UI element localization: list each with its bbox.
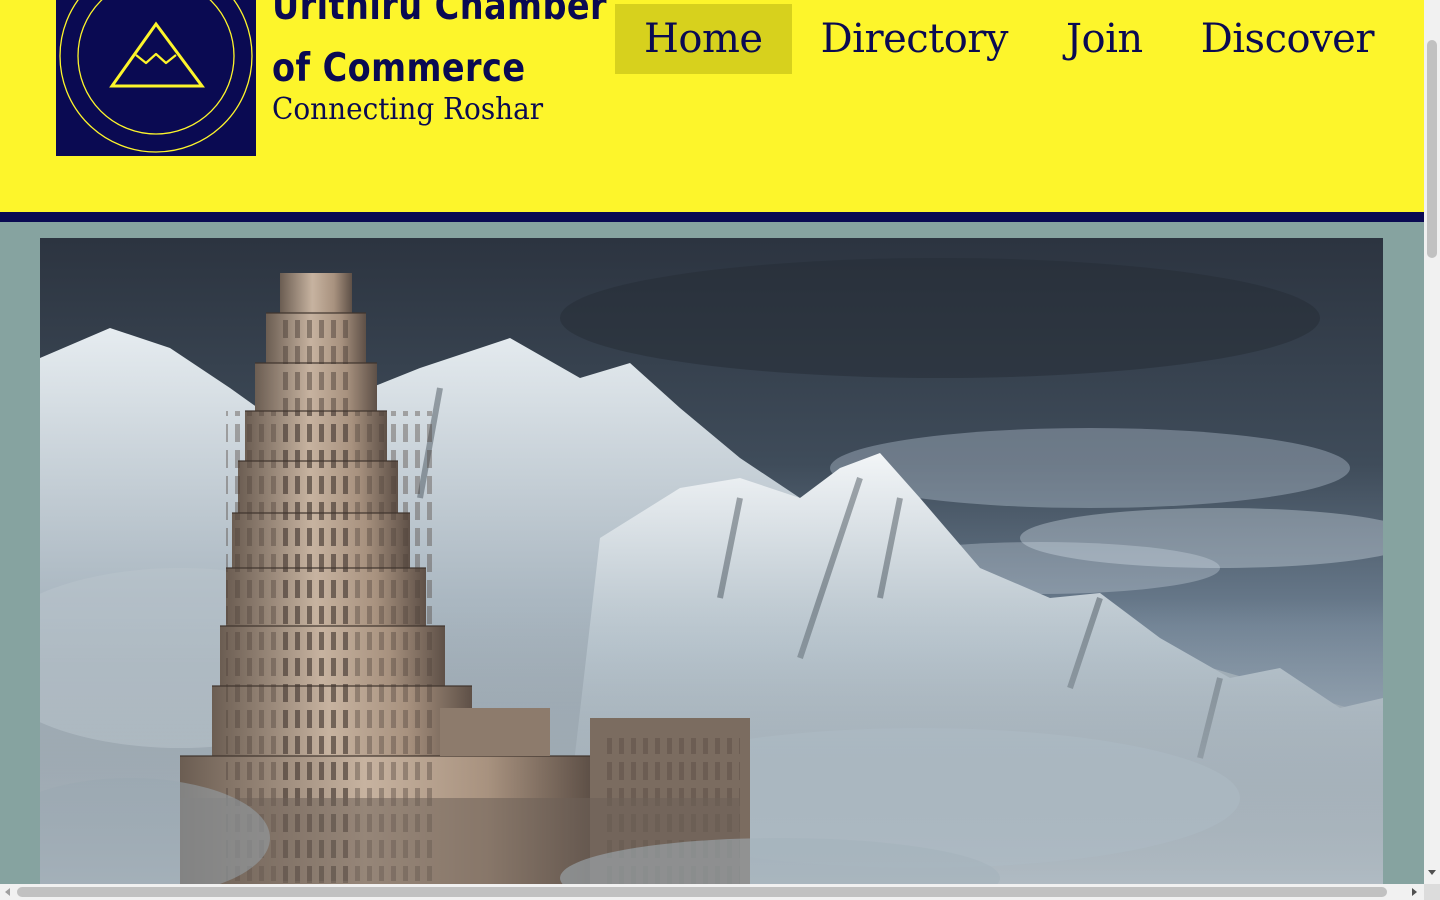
scroll-left-arrow-icon[interactable] [5, 888, 10, 896]
hero-illustration [40, 238, 1383, 884]
horizontal-scrollbar[interactable] [0, 884, 1424, 900]
vertical-scrollbar[interactable] [1424, 0, 1440, 884]
scrollbar-corner [1424, 884, 1440, 900]
nav-home-link[interactable]: Home [615, 4, 792, 74]
scroll-down-arrow-icon[interactable] [1428, 870, 1436, 875]
main-nav: Home Directory Join Discover [615, 4, 1403, 74]
vertical-scrollbar-thumb[interactable] [1427, 40, 1437, 258]
site-tagline: Connecting Roshar [272, 92, 544, 127]
nav-discover-link[interactable]: Discover [1172, 4, 1403, 74]
horizontal-scrollbar-thumb[interactable] [17, 887, 1387, 897]
nav-directory-link[interactable]: Directory [792, 4, 1037, 74]
nav-join-link[interactable]: Join [1037, 4, 1172, 74]
mountain-icon [59, 0, 253, 153]
hero-image [40, 238, 1383, 884]
site-title-line2: of Commerce [272, 46, 526, 91]
header-divider [0, 212, 1424, 222]
site-header: Urithiru Chamber of Commerce Connecting … [0, 0, 1424, 212]
site-title: Urithiru Chamber of Commerce [272, 0, 607, 100]
scroll-right-arrow-icon[interactable] [1412, 888, 1417, 896]
page-viewport: Urithiru Chamber of Commerce Connecting … [0, 0, 1424, 884]
chamber-logo[interactable] [56, 0, 256, 156]
site-title-line1: Urithiru Chamber [272, 0, 608, 29]
